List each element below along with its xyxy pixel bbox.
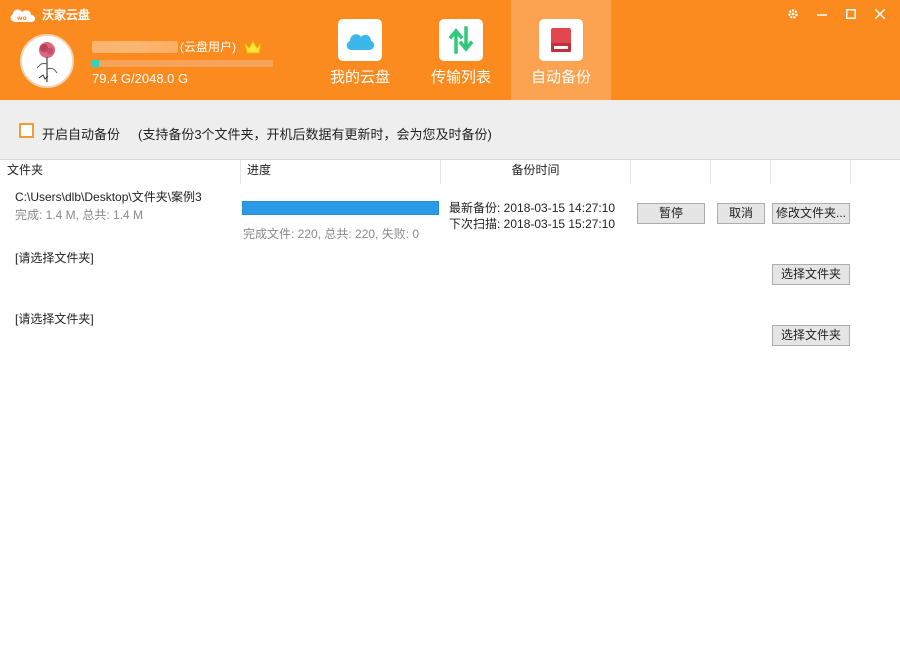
minimize-icon[interactable]: [807, 4, 836, 24]
folder-size-text: 完成: 1.4 M, 总共: 1.4 M: [15, 208, 144, 222]
column-header-blank: [631, 160, 711, 184]
enable-auto-backup-checkbox[interactable]: [19, 123, 34, 138]
close-icon[interactable]: [865, 4, 894, 24]
title-bar: wo 沃家云盘 (云盘用户) 79.4 G/2048.0 G 我的云盘 传输列表…: [0, 0, 900, 100]
storage-quota-text: 79.4 G/2048.0 G: [92, 71, 189, 86]
backup-progress-fill: [243, 202, 438, 214]
storage-quota-fill: [92, 60, 100, 67]
select-folder-button[interactable]: 选择文件夹: [772, 264, 850, 285]
svg-text:wo: wo: [17, 15, 27, 22]
window-controls: [778, 4, 894, 24]
maximize-icon[interactable]: [836, 4, 865, 24]
modify-folder-button[interactable]: 修改文件夹...: [772, 203, 850, 224]
tab-transfer-list[interactable]: 传输列表: [411, 0, 511, 100]
app-title: 沃家云盘: [42, 8, 91, 22]
last-backup-time: 最新备份: 2018-03-15 14:27:10: [449, 201, 616, 215]
settings-icon[interactable]: [778, 4, 807, 24]
user-type-label: (云盘用户): [180, 40, 236, 54]
app-logo-icon: wo: [10, 9, 36, 22]
transfer-arrows-icon: [439, 19, 483, 61]
select-folder-button[interactable]: 选择文件夹: [772, 325, 850, 346]
auto-backup-option-bar: 开启自动备份 (支持备份3个文件夹，开机后数据有更新时，会为您及时备份): [0, 100, 900, 160]
redacted-username: [92, 40, 178, 53]
backup-table-header: 文件夹 进度 备份时间: [0, 160, 900, 184]
crown-icon: [244, 39, 262, 53]
tab-label: 自动备份: [530, 69, 591, 86]
folder-path: [请选择文件夹]: [15, 312, 94, 326]
folder-path: [请选择文件夹]: [15, 251, 94, 265]
column-header-backup-time: 备份时间: [441, 160, 631, 184]
app-brand: wo 沃家云盘: [8, 6, 90, 23]
next-scan-time: 下次扫描: 2018-03-15 15:27:10: [449, 217, 616, 231]
rose-illustration-icon: [36, 42, 58, 82]
cloud-icon: [338, 19, 382, 61]
auto-backup-hint: (支持备份3个文件夹，开机后数据有更新时，会为您及时备份): [138, 127, 492, 142]
backup-drive-icon: [539, 19, 583, 61]
column-header-folder: 文件夹: [0, 160, 241, 184]
folder-path: C:\Users\dlb\Desktop\文件夹\案例3: [15, 190, 202, 204]
cancel-button[interactable]: 取消: [717, 203, 765, 224]
column-header-blank: [771, 160, 851, 184]
user-name: (云盘用户): [92, 38, 262, 55]
enable-auto-backup-label[interactable]: 开启自动备份: [42, 124, 120, 143]
pause-button[interactable]: 暂停: [637, 203, 705, 224]
column-header-progress: 进度: [241, 160, 441, 184]
tab-label: 传输列表: [430, 69, 491, 86]
tab-my-cloud[interactable]: 我的云盘: [310, 0, 410, 100]
storage-quota-bar: [92, 60, 273, 67]
tab-label: 我的云盘: [329, 69, 390, 86]
tab-auto-backup[interactable]: 自动备份: [511, 0, 611, 100]
backup-progress-bar: [242, 201, 439, 215]
progress-file-count: 完成文件: 220, 总共: 220, 失败: 0: [243, 227, 420, 241]
avatar[interactable]: [20, 34, 74, 88]
column-header-blank: [711, 160, 771, 184]
